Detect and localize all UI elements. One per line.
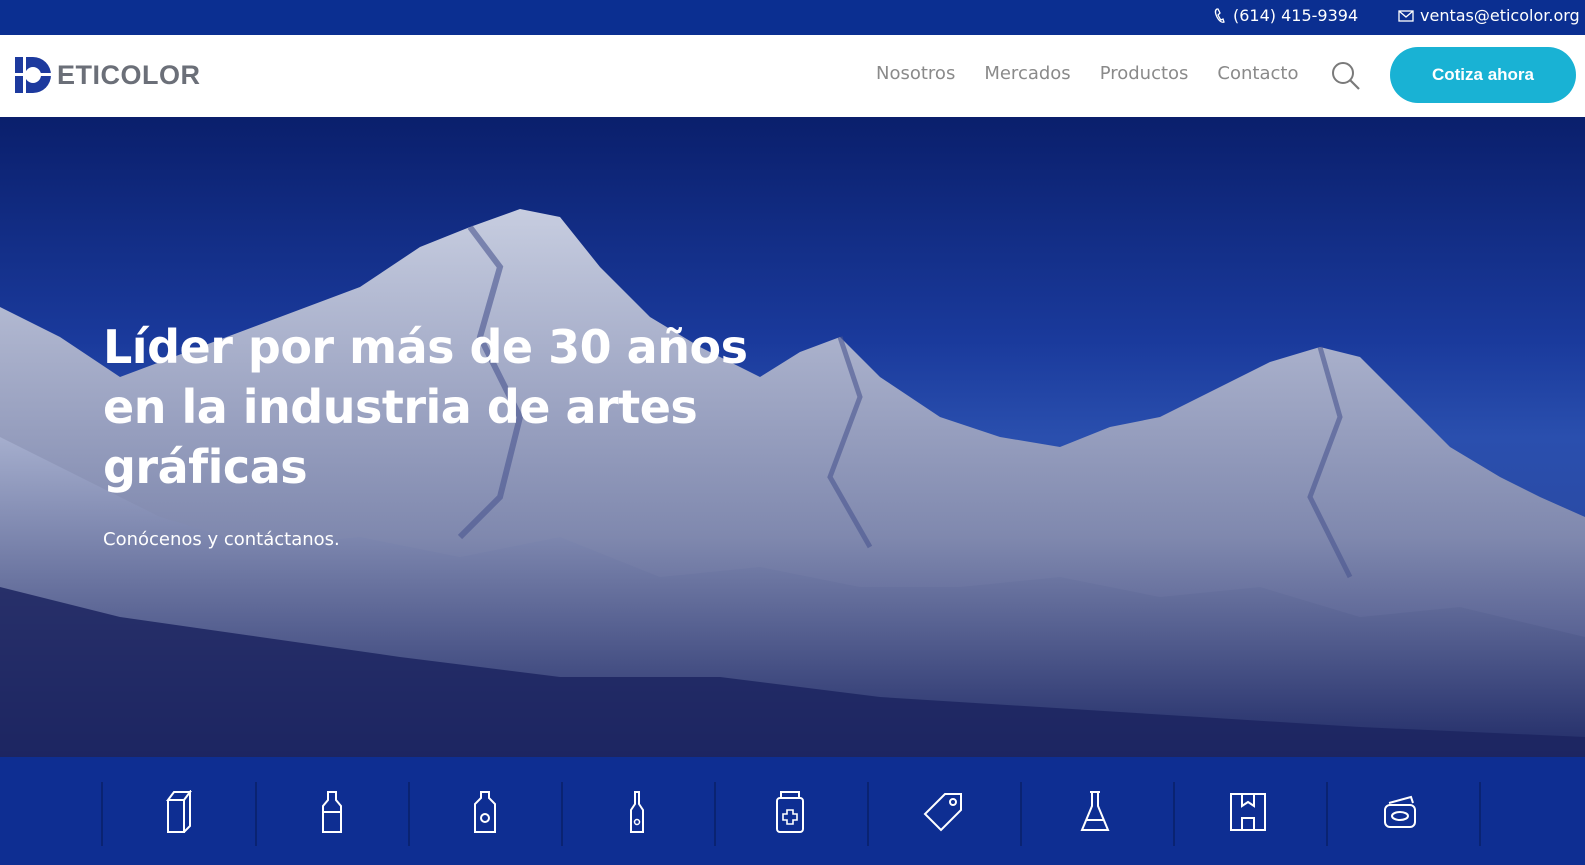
site-header: ETICOLOR Nosotros Mercados Productos Con… <box>0 35 1585 117</box>
phone-contact[interactable]: (614) 415-9394 <box>1213 6 1358 25</box>
milk-carton-icon[interactable] <box>154 787 204 837</box>
envelope-icon <box>1398 9 1414 22</box>
phone-icon <box>1214 7 1225 23</box>
medicine-jar-icon[interactable] <box>765 787 815 837</box>
nav-item-mercados[interactable]: Mercados <box>984 63 1070 84</box>
nav-item-contacto[interactable]: Contacto <box>1217 63 1298 84</box>
strip-divider <box>1020 782 1022 846</box>
search-icon <box>1332 62 1360 90</box>
beer-bottle-icon[interactable] <box>612 787 662 837</box>
strip-divider <box>101 782 103 846</box>
quote-button[interactable]: Cotiza ahora <box>1390 47 1576 103</box>
bottle-icon[interactable] <box>307 787 357 837</box>
strip-divider <box>255 782 257 846</box>
search-button[interactable] <box>1331 61 1361 95</box>
detergent-bottle-icon[interactable] <box>460 787 510 837</box>
strip-divider <box>1326 782 1328 846</box>
flask-icon[interactable] <box>1070 787 1120 837</box>
email-address: ventas@eticolor.org <box>1420 6 1580 25</box>
logo-text: ETICOLOR <box>57 59 201 90</box>
email-contact[interactable]: ventas@eticolor.org <box>1398 6 1580 25</box>
cosmetic-jar-icon[interactable] <box>1375 787 1425 837</box>
logo-mark-icon <box>13 55 53 95</box>
nav-item-productos[interactable]: Productos <box>1100 63 1189 84</box>
strip-divider <box>408 782 410 846</box>
hero-title: Líder por más de 30 años en la industria… <box>103 320 748 494</box>
strip-divider <box>867 782 869 846</box>
phone-number: (614) 415-9394 <box>1233 6 1359 25</box>
strip-divider <box>1173 782 1175 846</box>
strip-divider <box>561 782 563 846</box>
strip-divider <box>1479 782 1481 846</box>
hero-subtitle: Conócenos y contáctanos. <box>103 529 340 550</box>
markets-icon-strip <box>0 757 1585 865</box>
nav-item-nosotros[interactable]: Nosotros <box>876 63 955 84</box>
main-nav: Nosotros Mercados Productos Contacto <box>876 63 1327 84</box>
strip-divider <box>714 782 716 846</box>
hero-banner: Líder por más de 30 años en la industria… <box>0 117 1585 757</box>
logo[interactable]: ETICOLOR <box>13 55 201 95</box>
top-contact-bar: (614) 415-9394 ventas@eticolor.org <box>0 0 1585 35</box>
tag-icon[interactable] <box>918 787 968 837</box>
box-icon[interactable] <box>1223 787 1273 837</box>
